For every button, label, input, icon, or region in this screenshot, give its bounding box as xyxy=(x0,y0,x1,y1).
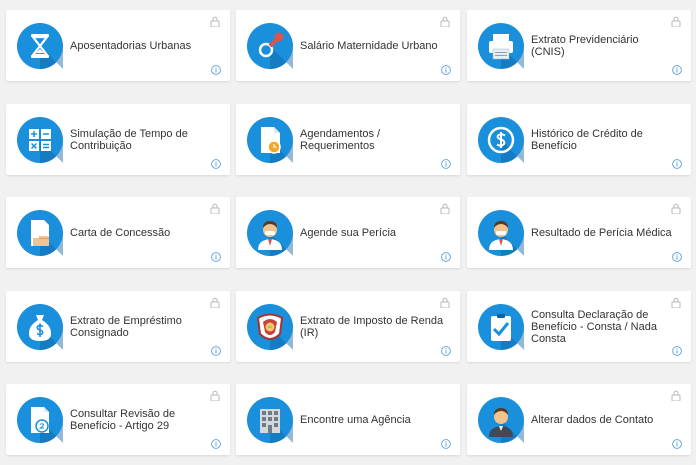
money-bag-icon xyxy=(17,304,63,350)
pacifier-icon xyxy=(247,23,293,69)
document-clock-icon xyxy=(247,117,293,163)
info-icon[interactable] xyxy=(211,159,221,169)
doctor-icon xyxy=(478,210,524,256)
lock-icon xyxy=(671,16,681,27)
service-label: Agende sua Perícia xyxy=(300,226,397,239)
service-label: Consultar Revisão de Benefício - Artigo … xyxy=(70,407,176,432)
info-icon[interactable] xyxy=(211,346,221,356)
service-card-salario-maternidade[interactable]: Salário Maternidade Urbano xyxy=(236,10,460,81)
hourglass-icon xyxy=(17,23,63,69)
lock-icon xyxy=(440,16,450,27)
service-card-extrato-previdenciario[interactable]: Extrato Previdenciário (CNIS) xyxy=(467,10,691,81)
info-icon[interactable] xyxy=(672,252,682,262)
service-label: Consulta Declaração de Benefício - Const… xyxy=(531,308,657,345)
service-label: Histórico de Crédito de Benefício xyxy=(531,127,643,152)
lock-icon xyxy=(671,390,681,401)
service-card-agendamentos[interactable]: Agendamentos / Requerimentos xyxy=(236,104,460,175)
service-label: Simulação de Tempo de Contribuição xyxy=(70,127,188,152)
service-label: Salário Maternidade Urbano xyxy=(300,39,438,52)
lock-icon xyxy=(210,297,220,308)
service-label: Agendamentos / Requerimentos xyxy=(300,127,381,152)
lock-icon xyxy=(210,390,220,401)
service-card-historico-credito[interactable]: Histórico de Crédito de Benefício xyxy=(467,104,691,175)
services-grid: Aposentadorias Urbanas Salário Maternida… xyxy=(0,0,696,465)
clipboard-check-icon xyxy=(478,304,524,350)
info-icon[interactable] xyxy=(441,159,451,169)
service-label: Encontre uma Agência xyxy=(300,413,411,426)
info-icon[interactable] xyxy=(211,439,221,449)
service-card-carta-concessao[interactable]: Carta de Concessão xyxy=(6,197,230,268)
lock-icon xyxy=(440,203,450,214)
info-icon[interactable] xyxy=(441,252,451,262)
lock-icon xyxy=(671,203,681,214)
service-card-agende-pericia[interactable]: Agende sua Perícia xyxy=(236,197,460,268)
lock-icon xyxy=(210,203,220,214)
document-number-icon xyxy=(17,397,63,443)
lock-icon xyxy=(671,297,681,308)
lion-icon xyxy=(247,304,293,350)
service-label: Alterar dados de Contato xyxy=(531,413,654,426)
service-card-encontre-agencia[interactable]: Encontre uma Agência xyxy=(236,384,460,455)
service-card-consultar-revisao[interactable]: Consultar Revisão de Benefício - Artigo … xyxy=(6,384,230,455)
info-icon[interactable] xyxy=(672,346,682,356)
service-label: Carta de Concessão xyxy=(70,226,171,239)
service-label: Extrato de Imposto de Renda (IR) xyxy=(300,314,444,339)
service-label: Extrato de Empréstimo Consignado xyxy=(70,314,182,339)
service-label: Aposentadorias Urbanas xyxy=(70,39,192,52)
dollar-coin-icon xyxy=(478,117,524,163)
info-icon[interactable] xyxy=(672,439,682,449)
calculator-icon xyxy=(17,117,63,163)
letter-hand-icon xyxy=(17,210,63,256)
person-icon xyxy=(478,397,524,443)
info-icon[interactable] xyxy=(441,439,451,449)
info-icon[interactable] xyxy=(441,346,451,356)
info-icon[interactable] xyxy=(441,65,451,75)
service-card-alterar-contato[interactable]: Alterar dados de Contato xyxy=(467,384,691,455)
info-icon[interactable] xyxy=(672,159,682,169)
service-label: Extrato Previdenciário (CNIS) xyxy=(531,33,639,58)
service-card-imposto-renda[interactable]: Extrato de Imposto de Renda (IR) xyxy=(236,291,460,362)
lock-icon xyxy=(440,297,450,308)
lock-icon xyxy=(210,16,220,27)
printer-icon xyxy=(478,23,524,69)
info-icon[interactable] xyxy=(672,65,682,75)
info-icon[interactable] xyxy=(211,252,221,262)
building-icon xyxy=(247,397,293,443)
service-card-aposentadorias-urbanas[interactable]: Aposentadorias Urbanas xyxy=(6,10,230,81)
service-card-extrato-emprestimo[interactable]: Extrato de Empréstimo Consignado xyxy=(6,291,230,362)
doctor-icon xyxy=(247,210,293,256)
service-label: Resultado de Perícia Médica xyxy=(531,226,672,239)
service-card-resultado-pericia[interactable]: Resultado de Perícia Médica xyxy=(467,197,691,268)
service-card-consulta-declaracao[interactable]: Consulta Declaração de Benefício - Const… xyxy=(467,291,691,362)
service-card-simulacao-tempo[interactable]: Simulação de Tempo de Contribuição xyxy=(6,104,230,175)
info-icon[interactable] xyxy=(211,65,221,75)
